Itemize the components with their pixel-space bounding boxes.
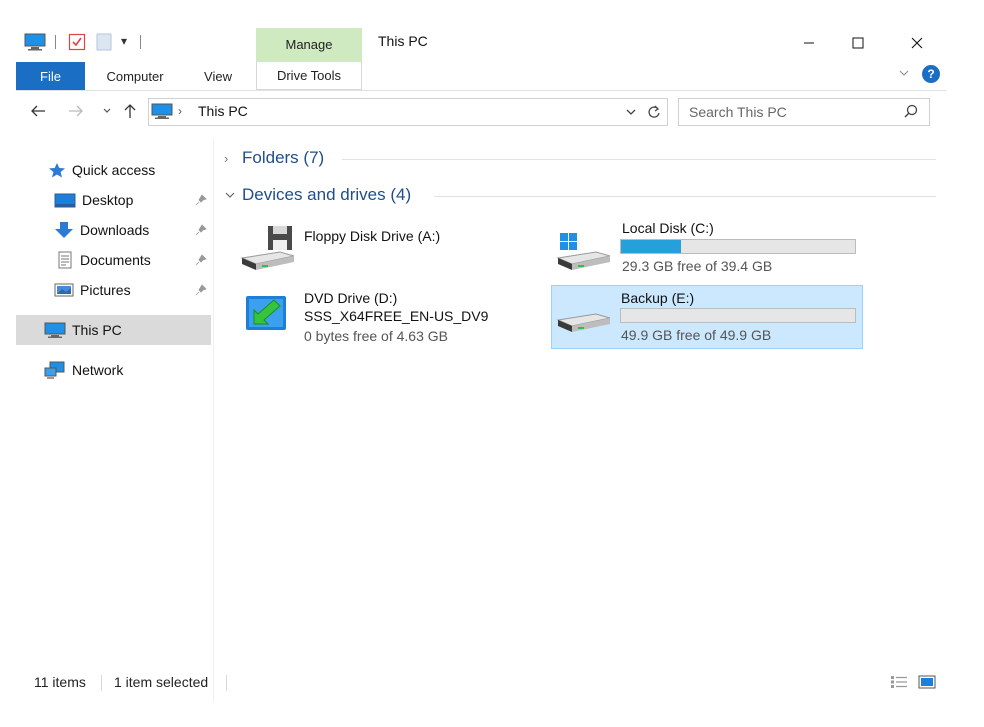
refresh-icon[interactable] (647, 104, 661, 120)
expand-ribbon-icon[interactable] (898, 67, 910, 79)
tab-computer[interactable]: Computer (97, 62, 173, 90)
breadcrumb-this-pc[interactable]: This PC (198, 103, 248, 119)
drive-free-text: 49.9 GB free of 49.9 GB (621, 327, 772, 343)
network-icon (44, 361, 65, 379)
drive-name: Backup (E:) (621, 290, 695, 306)
maximize-button[interactable] (835, 28, 881, 58)
qat-computer-icon[interactable] (24, 33, 46, 51)
search-input[interactable]: Search This PC (678, 98, 930, 126)
pin-icon[interactable] (195, 224, 207, 236)
search-icon[interactable] (904, 104, 918, 118)
status-selection: 1 item selected (114, 674, 209, 690)
sidebar-item-label: Pictures (80, 282, 131, 298)
status-item-count: 11 items (34, 674, 86, 690)
qat-separator (140, 35, 141, 49)
star-icon (49, 163, 65, 178)
chevron-right-icon: › (224, 150, 229, 166)
close-button[interactable] (894, 28, 940, 58)
pin-icon[interactable] (195, 254, 207, 266)
minimize-button[interactable] (786, 28, 832, 58)
pin-icon[interactable] (195, 284, 207, 296)
group-folders[interactable]: › Folders (7) (224, 148, 324, 168)
details-view-icon[interactable] (890, 675, 908, 689)
qat-customize-icon[interactable]: ▾ (121, 34, 127, 48)
sidebar-item-network[interactable]: Network (16, 355, 211, 385)
downloads-icon (55, 222, 73, 238)
status-separator (226, 675, 227, 691)
group-devices[interactable]: Devices and drives (4) (224, 185, 411, 205)
sidebar-item-this-pc[interactable]: This PC (16, 315, 211, 345)
sidebar-item-label: Downloads (80, 222, 150, 238)
pictures-icon (54, 283, 74, 297)
windows-drive-icon (556, 233, 611, 270)
drive-usage-fill (621, 240, 681, 253)
drive-tile-local-c[interactable]: Local Disk (C:) 29.3 GB free of 39.4 GB (552, 216, 862, 278)
drive-volume-label: SSS_X64FREE_EN-US_DV9 (304, 308, 489, 324)
qat-separator (55, 35, 56, 49)
sidebar-item-documents[interactable]: Documents (16, 245, 211, 275)
floppy-drive-icon (240, 226, 295, 270)
status-separator (101, 675, 102, 691)
sidebar-item-label: This PC (72, 322, 122, 338)
ribbon-divider (16, 90, 946, 91)
help-icon[interactable]: ? (922, 65, 940, 83)
sidebar-item-label: Quick access (72, 162, 156, 178)
sidebar-item-label: Network (72, 362, 124, 378)
sidebar-item-quick-access[interactable]: Quick access (16, 155, 211, 185)
drive-usage-bar (620, 308, 856, 323)
sidebar-item-downloads[interactable]: Downloads (16, 215, 211, 245)
large-icons-view-icon[interactable] (918, 675, 936, 689)
help-glyph: ? (927, 67, 935, 81)
tab-file[interactable]: File (16, 62, 85, 90)
qat-new-folder-icon[interactable] (96, 33, 112, 51)
drive-free-text: 29.3 GB free of 39.4 GB (622, 258, 773, 274)
address-computer-icon (151, 103, 173, 120)
forward-arrow-icon[interactable] (68, 104, 84, 118)
tab-drive-tools[interactable]: Drive Tools (256, 62, 362, 90)
documents-icon (58, 251, 72, 269)
sidebar-item-desktop[interactable]: Desktop (16, 185, 211, 215)
pin-icon[interactable] (195, 194, 207, 206)
drive-name: DVD Drive (D:) (304, 290, 398, 306)
sidebar-item-pictures[interactable]: Pictures (16, 275, 211, 305)
desktop-folder-icon (54, 193, 76, 208)
group-devices-label: Devices and drives (4) (242, 185, 412, 204)
back-arrow-icon[interactable] (30, 104, 46, 118)
manage-tab[interactable]: Manage (256, 28, 362, 62)
nav-pane-divider (213, 140, 214, 702)
tab-view[interactable]: View (193, 62, 243, 90)
up-arrow-icon[interactable] (123, 103, 137, 119)
drive-tile-dvd[interactable]: DVD Drive (D:) SSS_X64FREE_EN-US_DV9 0 b… (236, 286, 536, 348)
drive-name: Local Disk (C:) (622, 220, 714, 236)
qat-properties-icon[interactable] (68, 33, 86, 51)
group-divider (342, 159, 936, 160)
drive-free-text: 0 bytes free of 4.63 GB (304, 328, 448, 344)
sidebar-item-label: Desktop (82, 192, 134, 208)
chevron-down-icon (224, 190, 238, 200)
drive-tile-floppy[interactable]: Floppy Disk Drive (A:) (236, 218, 536, 278)
window-title: This PC (378, 33, 428, 49)
drive-usage-bar (620, 239, 856, 254)
search-placeholder: Search This PC (689, 104, 787, 120)
group-divider (434, 196, 936, 197)
breadcrumb-chevron-icon[interactable]: › (178, 104, 182, 118)
hard-drive-icon (556, 313, 611, 332)
address-dropdown-icon[interactable] (625, 107, 637, 117)
sidebar-item-label: Documents (80, 252, 151, 268)
recent-locations-icon[interactable] (102, 106, 112, 116)
drive-name: Floppy Disk Drive (A:) (304, 228, 441, 244)
dvd-setup-icon (246, 296, 286, 330)
group-folders-label: Folders (7) (242, 148, 325, 167)
computer-icon (44, 322, 66, 338)
drive-tile-backup-e[interactable]: Backup (E:) 49.9 GB free of 49.9 GB (551, 285, 863, 349)
